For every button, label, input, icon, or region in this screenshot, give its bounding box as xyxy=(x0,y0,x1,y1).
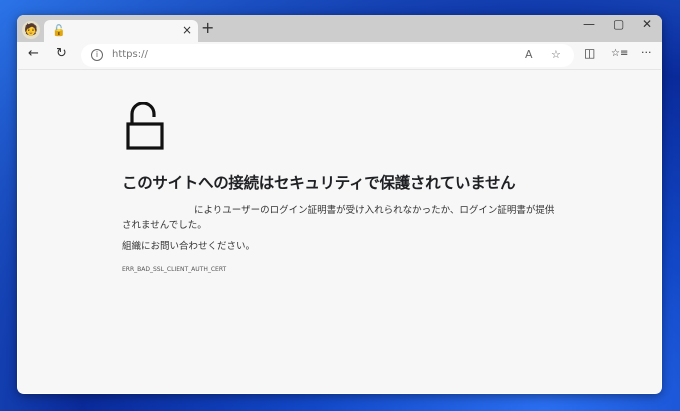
reload-button[interactable]: ↻ xyxy=(56,46,67,61)
tab-close-button[interactable]: × xyxy=(182,23,192,37)
minimize-button[interactable]: — xyxy=(583,17,595,31)
back-button[interactable]: ← xyxy=(28,46,39,61)
favorites-button[interactable]: ☆≡ xyxy=(611,48,628,59)
contact-message: 組織にお問い合わせください。 xyxy=(122,241,256,252)
more-button[interactable]: ··· xyxy=(641,46,652,59)
tab-strip: 🧑 🔓 × + — ▢ ✕ xyxy=(17,15,662,42)
url-text[interactable]: https:// xyxy=(112,49,148,60)
browser-window: 🧑 🔓 × + — ▢ ✕ ← ↻ i https:// A ☆ ◫ ☆≡ ··… xyxy=(17,15,662,394)
profile-avatar[interactable]: 🧑 xyxy=(22,21,40,39)
info-icon[interactable]: i xyxy=(91,49,103,61)
address-bar[interactable]: i https:// A ☆ xyxy=(81,44,574,67)
tab-active[interactable]: 🔓 × xyxy=(44,20,198,42)
error-page: このサイトへの接続はセキュリティで保護されていません によりユーザーのログイン証… xyxy=(18,69,661,393)
read-aloud-icon[interactable]: A xyxy=(525,48,533,61)
unlocked-padlock-icon xyxy=(126,102,164,150)
error-title: このサイトへの接続はセキュリティで保護されていません xyxy=(122,174,516,192)
close-window-button[interactable]: ✕ xyxy=(642,17,652,31)
error-message: によりユーザーのログイン証明書が受け入れられなかったか、ログイン証明書が提供され… xyxy=(122,205,555,231)
new-tab-button[interactable]: + xyxy=(201,18,214,37)
toolbar: ← ↻ i https:// A ☆ ◫ ☆≡ ··· xyxy=(17,42,662,69)
maximize-button[interactable]: ▢ xyxy=(613,17,624,31)
insecure-page-icon: 🔓 xyxy=(52,24,66,37)
error-code: ERR_BAD_SSL_CLIENT_AUTH_CERT xyxy=(122,266,227,273)
split-screen-button[interactable]: ◫ xyxy=(584,46,595,60)
favorite-star-icon[interactable]: ☆ xyxy=(551,48,561,61)
